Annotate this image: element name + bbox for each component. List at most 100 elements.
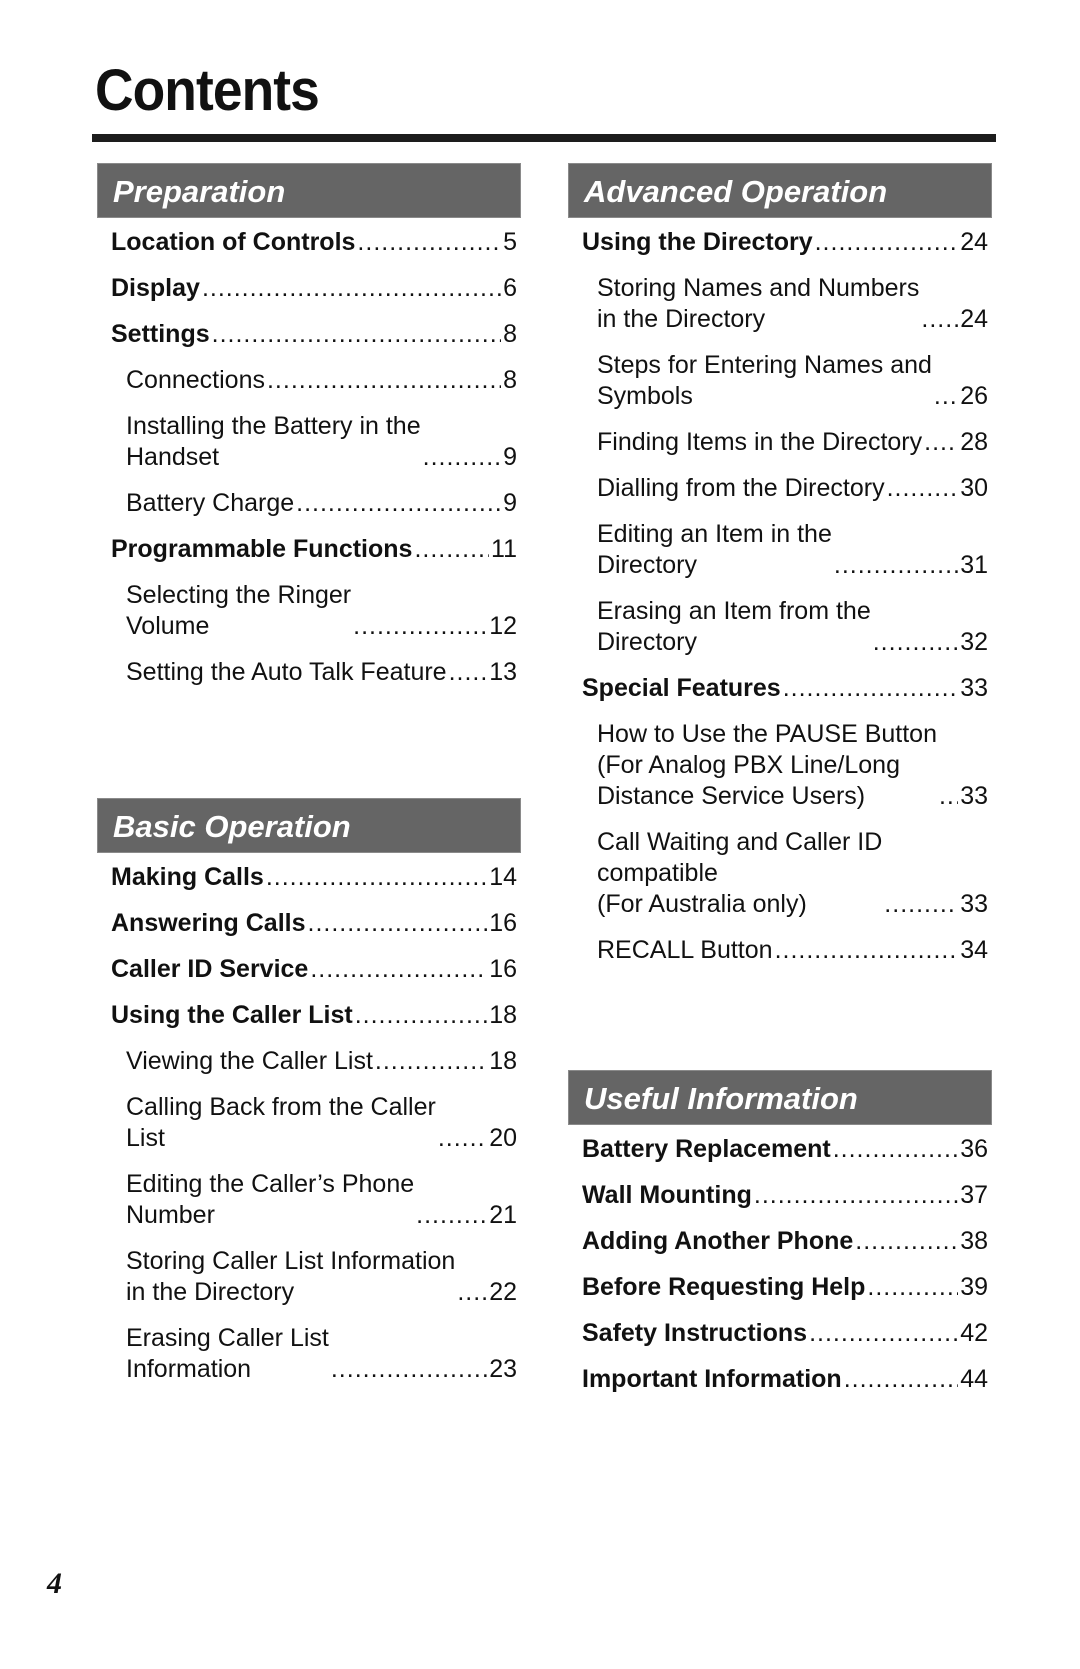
entry-title: Storing Caller List Information in the D… (126, 1247, 456, 1306)
toc-entry[interactable]: Making Calls 14 (97, 862, 521, 893)
toc-entry[interactable]: Safety Instructions 42 (568, 1318, 992, 1349)
dot-leader (449, 657, 488, 688)
entry-title: RECALL Button (597, 936, 773, 964)
entry-page-number: 33 (960, 782, 988, 810)
toc-entry[interactable]: Settings 8 (97, 319, 521, 350)
entry-page-number: 6 (503, 274, 517, 302)
entry-title: Settings (111, 320, 210, 348)
entry-page-number: 5 (503, 228, 517, 256)
toc-subentry[interactable]: Erasing Caller List Information 23 (97, 1323, 521, 1385)
entry-page-number: 44 (960, 1365, 988, 1393)
entry-page-number: 34 (960, 936, 988, 964)
toc-subentry[interactable]: Finding Items in the Directory 28 (568, 427, 992, 458)
toc-subentry[interactable]: Editing an Item in the Directory 31 (568, 519, 992, 581)
dot-leader (934, 381, 958, 412)
toc-entry[interactable]: Using the Directory 24 (568, 227, 992, 258)
toc-entry[interactable]: Wall Mounting 37 (568, 1180, 992, 1211)
toc-entry[interactable]: Before Requesting Help 39 (568, 1272, 992, 1303)
dot-leader (884, 889, 958, 920)
dot-leader (873, 627, 958, 658)
toc-subentry[interactable]: Storing Caller List Information in the D… (97, 1246, 521, 1308)
entry-page-number: 21 (489, 1201, 517, 1229)
toc-subentry[interactable]: Calling Back from the Caller List 20 (97, 1092, 521, 1154)
entry-title: Calling Back from the Caller List (126, 1093, 436, 1152)
entry-page-number: 42 (960, 1319, 988, 1347)
entry-page-number: 12 (489, 612, 517, 640)
toc-subentry[interactable]: Call Waiting and Caller ID compatible (F… (568, 827, 992, 920)
toc-subentry[interactable]: RECALL Button 34 (568, 935, 992, 966)
toc-entry[interactable]: Battery Replacement 36 (568, 1134, 992, 1165)
entry-title: Using the Caller List (111, 1001, 353, 1029)
dot-leader (457, 1277, 487, 1308)
toc-entry[interactable]: Special Features 33 (568, 673, 992, 704)
section-basic-operation: Basic Operation Making Calls 14 Answering … (97, 798, 521, 1400)
entry-title: Making Calls (111, 863, 264, 891)
entry-page-number: 33 (960, 674, 988, 702)
section-heading: Basic Operation (97, 798, 521, 853)
dot-leader (353, 611, 487, 642)
entry-page-number: 11 (491, 535, 517, 563)
entry-page-number: 9 (503, 443, 517, 471)
section-heading: Advanced Operation (568, 163, 992, 218)
entry-title: Steps for Entering Names and Symbols (597, 351, 932, 410)
toc-subentry[interactable]: Storing Names and Numbers in the Directo… (568, 273, 992, 335)
entry-title: Setting the Auto Talk Feature (126, 658, 447, 686)
entry-page-number: 38 (960, 1227, 988, 1255)
entry-title: Display (111, 274, 200, 302)
entry-page-number: 24 (960, 305, 988, 333)
dot-leader (266, 862, 487, 893)
dot-leader (887, 473, 959, 504)
toc-subentry[interactable]: Setting the Auto Talk Feature 13 (97, 657, 521, 688)
entry-title: Special Features (582, 674, 781, 702)
toc-entry[interactable]: Adding Another Phone 38 (568, 1226, 992, 1257)
section-heading: Preparation (97, 163, 521, 218)
toc-entry[interactable]: Answering Calls 16 (97, 908, 521, 939)
entry-title: Answering Calls (111, 909, 306, 937)
dot-leader (355, 1000, 487, 1031)
entry-title: Dialling from the Directory (597, 474, 885, 502)
toc-entry[interactable]: Important Information 44 (568, 1364, 992, 1395)
section-preparation: Preparation Location of Controls 5 Display… (97, 163, 521, 703)
entry-title: Selecting the Ringer Volume (126, 581, 352, 640)
entry-title: Call Waiting and Caller ID compatible (F… (597, 828, 883, 918)
entry-page-number: 28 (960, 428, 988, 456)
entry-title: How to Use the PAUSE Button (For Analog … (597, 720, 937, 810)
entry-title: Storing Names and Numbers in the Directo… (597, 274, 920, 333)
dot-leader (267, 365, 501, 396)
entry-page-number: 16 (489, 909, 517, 937)
entry-title: Erasing Caller List Information (126, 1324, 329, 1383)
dot-leader (833, 1134, 958, 1165)
toc-subentry[interactable]: Connections 8 (97, 365, 521, 396)
toc-entry[interactable]: Using the Caller List 18 (97, 1000, 521, 1031)
entry-page-number: 18 (489, 1047, 517, 1075)
entry-title: Important Information (582, 1365, 842, 1393)
dot-leader (310, 954, 487, 985)
dot-leader (844, 1364, 958, 1395)
entry-title: Installing the Battery in the Handset (126, 412, 421, 471)
entry-title: Battery Replacement (582, 1135, 831, 1163)
section-useful-information: Useful Information Battery Replacement 36… (568, 1070, 992, 1410)
entry-title: Adding Another Phone (582, 1227, 854, 1255)
dot-leader (834, 550, 958, 581)
toc-subentry[interactable]: Editing the Caller’s Phone Number 21 (97, 1169, 521, 1231)
toc-subentry[interactable]: Erasing an Item from the Directory 32 (568, 596, 992, 658)
toc-subentry[interactable]: Viewing the Caller List 18 (97, 1046, 521, 1077)
dot-leader (867, 1272, 958, 1303)
dot-leader (438, 1123, 487, 1154)
toc-subentry[interactable]: Battery Charge 9 (97, 488, 521, 519)
toc-subentry[interactable]: Steps for Entering Names and Symbols 26 (568, 350, 992, 412)
dot-leader (423, 442, 501, 473)
toc-entry[interactable]: Programmable Functions 11 (97, 534, 521, 565)
dot-leader (331, 1354, 487, 1385)
toc-subentry[interactable]: How to Use the PAUSE Button (For Analog … (568, 719, 992, 812)
toc-entry[interactable]: Caller ID Service 16 (97, 954, 521, 985)
dot-leader (375, 1046, 487, 1077)
title-rule (92, 134, 996, 142)
entry-title: Battery Charge (126, 489, 295, 517)
page-number: 4 (47, 1567, 62, 1600)
toc-entry[interactable]: Location of Controls 5 (97, 227, 521, 258)
toc-subentry[interactable]: Dialling from the Directory 30 (568, 473, 992, 504)
toc-subentry[interactable]: Installing the Battery in the Handset 9 (97, 411, 521, 473)
toc-entry[interactable]: Display 6 (97, 273, 521, 304)
toc-subentry[interactable]: Selecting the Ringer Volume 12 (97, 580, 521, 642)
